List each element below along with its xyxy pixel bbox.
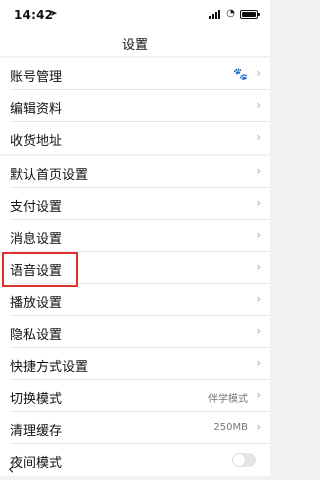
row-label: 清理缓存 <box>10 424 63 439</box>
chevron-right-icon: › <box>256 420 261 434</box>
row-privacy-settings[interactable]: 隐私设置 › <box>0 316 270 348</box>
paw-icon: 🐾 <box>233 67 248 81</box>
highlight-box <box>2 252 78 287</box>
chevron-right-icon: › <box>256 66 261 80</box>
settings-group-account: 账号管理 🐾 › 编辑资料 › 收货地址 › <box>0 58 270 154</box>
chevron-right-icon: › <box>256 356 261 370</box>
row-switch-mode[interactable]: 切换模式 伴学模式 › <box>0 380 270 412</box>
row-label: 默认首页设置 <box>10 168 89 183</box>
chevron-right-icon: › <box>256 388 261 402</box>
row-shipping-address[interactable]: 收货地址 › <box>0 122 270 154</box>
row-account-management[interactable]: 账号管理 🐾 › <box>0 58 270 90</box>
chevron-right-icon: › <box>256 98 261 112</box>
row-night-mode: 夜间模式 <box>0 444 270 476</box>
row-label: 快捷方式设置 <box>10 360 89 375</box>
chevron-right-icon: › <box>256 130 261 144</box>
toggle-knob <box>233 454 245 466</box>
signal-icon <box>209 10 220 19</box>
battery-nub <box>258 13 260 16</box>
status-bar: 14:42 ➤ ◔ <box>0 0 270 30</box>
chevron-right-icon: › <box>256 292 261 306</box>
row-label: 切换模式 <box>10 392 63 407</box>
row-clear-cache[interactable]: 清理缓存 250MB › <box>0 412 270 444</box>
row-label: 消息设置 <box>10 232 63 247</box>
row-label: 夜间模式 <box>10 456 63 471</box>
row-value: 250MB <box>213 422 248 433</box>
status-time: 14:42 <box>14 8 54 22</box>
chevron-right-icon: › <box>256 260 261 274</box>
row-label: 账号管理 <box>10 70 63 85</box>
row-label: 播放设置 <box>10 296 63 311</box>
page-title: 设置 <box>121 38 148 53</box>
wifi-icon: ◔ <box>226 8 235 19</box>
row-default-homepage[interactable]: 默认首页设置 › <box>0 156 270 188</box>
chevron-right-icon: › <box>256 324 261 338</box>
settings-group-general: 默认首页设置 › 支付设置 › 消息设置 › 语音设置 › 播放设置 › 隐私设… <box>0 156 270 476</box>
back-icon[interactable]: ‹ <box>8 459 14 478</box>
row-message-settings[interactable]: 消息设置 › <box>0 220 270 252</box>
chevron-right-icon: › <box>256 164 261 178</box>
chevron-right-icon: › <box>256 228 261 242</box>
night-mode-toggle[interactable] <box>232 453 256 467</box>
row-label: 编辑资料 <box>10 102 63 117</box>
battery-icon <box>240 10 260 19</box>
row-edit-profile[interactable]: 编辑资料 › <box>0 90 270 122</box>
battery-level <box>242 12 256 17</box>
row-payment-settings[interactable]: 支付设置 › <box>0 188 270 220</box>
location-arrow-icon: ➤ <box>50 9 58 19</box>
row-label: 支付设置 <box>10 200 63 215</box>
row-label: 隐私设置 <box>10 328 63 343</box>
row-shortcut-settings[interactable]: 快捷方式设置 › <box>0 348 270 380</box>
row-label: 收货地址 <box>10 134 63 149</box>
chevron-right-icon: › <box>256 196 261 210</box>
row-value: 伴学模式 <box>208 394 248 405</box>
nav-bar: 设置 <box>0 30 270 56</box>
row-playback-settings[interactable]: 播放设置 › <box>0 284 270 316</box>
